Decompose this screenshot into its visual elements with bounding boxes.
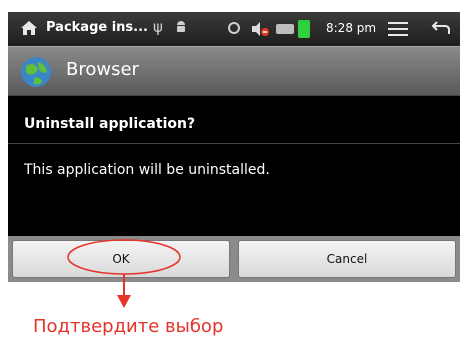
dialog-question: Uninstall application? <box>24 116 196 132</box>
button-bar: OK Cancel <box>8 236 460 282</box>
annotation-arrow-head <box>117 295 131 308</box>
cancel-button[interactable]: Cancel <box>238 240 456 278</box>
app-name: Browser <box>66 59 139 80</box>
charging-icon <box>298 20 310 38</box>
uninstall-dialog: Uninstall application? This application … <box>8 96 460 236</box>
menu-icon[interactable] <box>388 22 408 36</box>
volume-icon <box>252 22 269 36</box>
device-screen: Package ins... ψ 8:28 pm Browser Uninsta… <box>8 12 460 282</box>
battery-icon <box>276 24 294 34</box>
usb-icon: ψ <box>153 18 163 36</box>
gps-icon <box>228 22 240 34</box>
dialog-message: This application will be uninstalled. <box>24 162 270 178</box>
home-icon[interactable] <box>20 19 38 37</box>
back-icon[interactable] <box>431 20 451 36</box>
status-bar: Package ins... ψ 8:28 pm <box>8 12 460 46</box>
status-title: Package ins... <box>46 20 148 35</box>
globe-icon <box>21 57 51 87</box>
dialog-divider <box>8 143 460 144</box>
ok-button[interactable]: OK <box>12 240 230 278</box>
clock: 8:28 pm <box>326 21 377 35</box>
annotation-caption: Подтвердите выбор <box>33 316 224 337</box>
app-title-bar: Browser <box>8 46 460 96</box>
android-icon <box>177 21 185 32</box>
